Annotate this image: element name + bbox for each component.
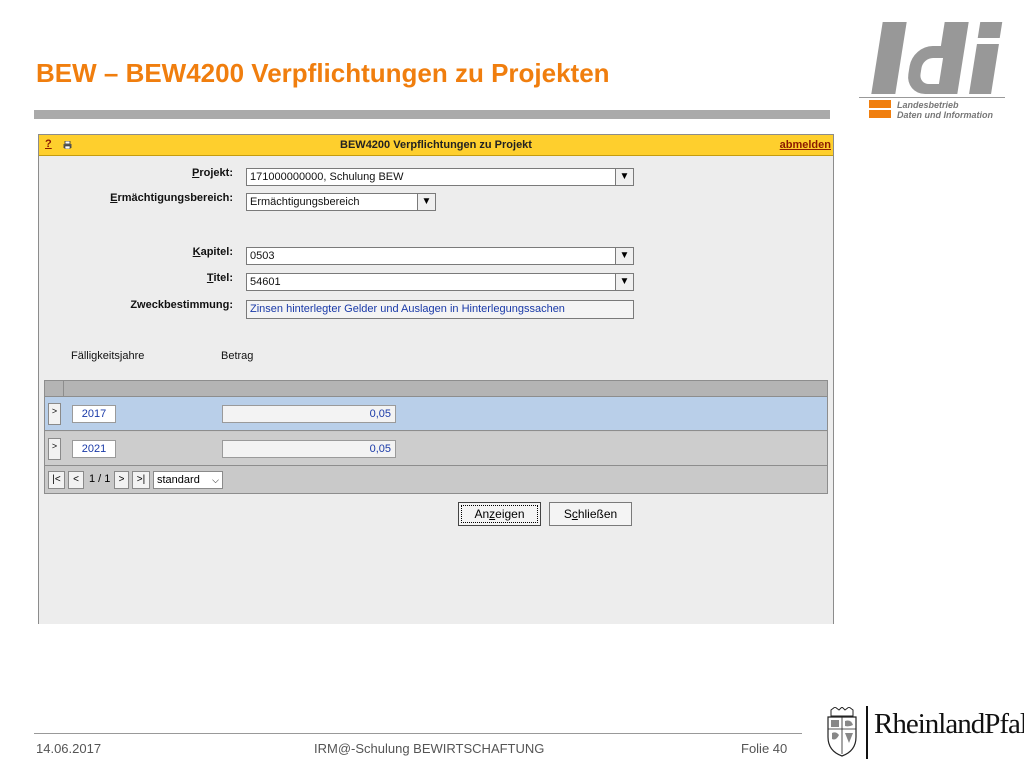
app-header: ? BEW4200 Verpflichtungen zu Projekt abm… xyxy=(39,135,833,156)
kapitel-value: 0503 xyxy=(250,250,275,262)
footer-page-number: Folie 40 xyxy=(741,741,788,756)
kapitel-label: Kapitel: xyxy=(192,246,233,258)
view-select-value: standard xyxy=(157,474,200,486)
column-header-betrag: Betrag xyxy=(221,350,254,362)
footer-title: IRM@-Schulung BEWIRTSCHAFTUNG xyxy=(314,741,545,756)
zweckbestimmung-label: Zweckbestimmung: xyxy=(130,299,233,311)
ermaechtigungsbereich-dropdown[interactable]: Ermächtigungsbereich ▼ xyxy=(246,193,436,211)
app-title: BEW4200 Verpflichtungen zu Projekt xyxy=(340,139,532,151)
table-header xyxy=(45,381,827,397)
ldi-text-line2: Daten und Information xyxy=(897,110,993,120)
table-row[interactable]: > 2021 0,05 xyxy=(45,432,827,466)
coat-of-arms-icon xyxy=(827,707,857,757)
schliessen-button[interactable]: Schließen xyxy=(549,502,632,526)
ermaechtigungsbereich-label: Ermächtigungsbereich: xyxy=(110,192,233,204)
state-logo-text: RheinlandPfalz xyxy=(874,708,1024,740)
chevron-down-icon[interactable]: ▼ xyxy=(615,248,633,264)
row-amount-field[interactable]: 0,05 xyxy=(222,405,396,423)
app-window: ? BEW4200 Verpflichtungen zu Projekt abm… xyxy=(38,134,834,624)
titel-dropdown[interactable]: 54601 ▼ xyxy=(246,273,634,291)
ldi-text-line1: Landesbetrieb xyxy=(897,100,959,110)
commitments-table: > 2017 0,05 > 2021 0,05 |< < 1 / 1 > >| … xyxy=(44,380,828,494)
last-page-button[interactable]: >| xyxy=(132,471,150,489)
titel-value: 54601 xyxy=(250,276,281,288)
prev-page-button[interactable]: < xyxy=(68,471,84,489)
table-row[interactable]: > 2017 0,05 xyxy=(45,397,827,431)
row-amount-field[interactable]: 0,05 xyxy=(222,440,396,458)
chevron-down-icon[interactable]: ▼ xyxy=(417,194,435,210)
first-page-button[interactable]: |< xyxy=(48,471,65,489)
anzeigen-button[interactable]: Anzeigen xyxy=(458,502,541,526)
zweckbestimmung-field: Zinsen hinterlegter Gelder und Auslagen … xyxy=(246,300,634,319)
kapitel-dropdown[interactable]: 0503 ▼ xyxy=(246,247,634,265)
footer-date: 14.06.2017 xyxy=(36,741,102,756)
row-select-button[interactable]: > xyxy=(48,403,61,425)
slide-title: BEW – BEW4200 Verpflichtungen zu Projekt… xyxy=(36,58,610,88)
chevron-down-icon[interactable]: ▼ xyxy=(615,274,633,290)
chevron-down-icon[interactable]: ▼ xyxy=(615,169,633,185)
chevron-down-icon: ⌵ xyxy=(212,475,219,485)
projekt-value: 171000000000, Schulung BEW xyxy=(250,171,404,183)
column-header-faelligkeitsjahre: Fälligkeitsjahre xyxy=(71,350,145,362)
table-pager: |< < 1 / 1 > >| standard ⌵ xyxy=(45,467,827,493)
page-indicator: 1 / 1 xyxy=(89,473,111,485)
logout-link[interactable]: abmelden xyxy=(780,139,831,151)
view-select[interactable]: standard ⌵ xyxy=(153,471,223,489)
footer-rule xyxy=(34,733,802,734)
projekt-dropdown[interactable]: 171000000000, Schulung BEW ▼ xyxy=(246,168,634,186)
next-page-button[interactable]: > xyxy=(114,471,129,489)
ermaechtigungsbereich-value: Ermächtigungsbereich xyxy=(250,196,360,208)
row-select-button[interactable]: > xyxy=(48,438,61,460)
title-rule xyxy=(34,110,830,119)
row-year-field[interactable]: 2017 xyxy=(72,405,116,423)
row-year-field[interactable]: 2021 xyxy=(72,440,116,458)
projekt-label: Projekt: xyxy=(192,167,233,179)
titel-label: Titel: xyxy=(206,272,233,284)
state-logo-separator xyxy=(866,706,868,759)
